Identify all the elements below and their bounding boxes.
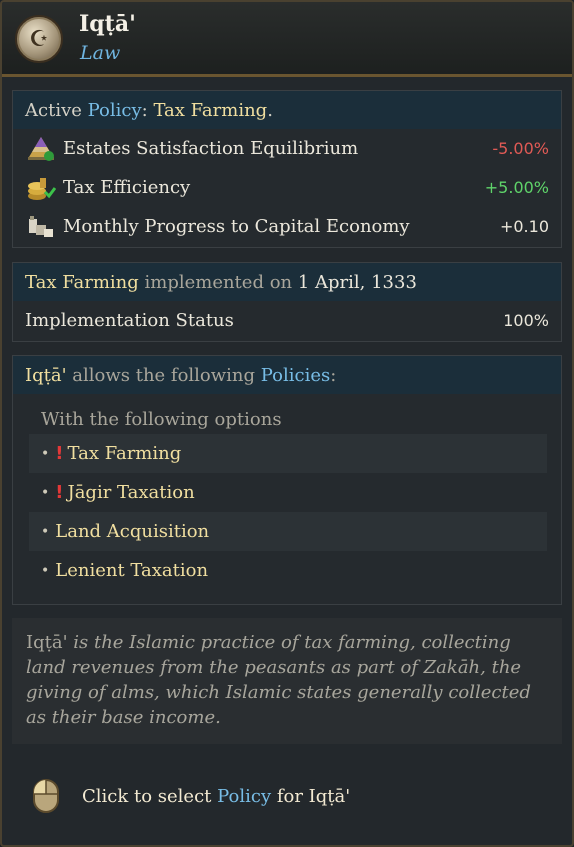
allows-text: allows the following [66, 364, 261, 386]
policy-option-label: Jāgir Taxation [67, 482, 195, 503]
policy-option[interactable]: • Lenient Taxation [29, 551, 547, 590]
policy-option[interactable]: • ! Tax Farming [29, 434, 547, 473]
implementation-section: Tax Farming implemented on 1 April, 1333… [12, 262, 562, 342]
implementation-date: 1 April, 1333 [297, 271, 417, 293]
tax-coins-icon [25, 173, 57, 203]
implementation-heading: Tax Farming implemented on 1 April, 1333 [13, 263, 561, 301]
law-title: Iqṭā' [79, 11, 136, 37]
law-subtitle: Law [80, 42, 121, 64]
law-tooltip: ☪ Iqṭā' Law Active Policy: Tax Farming. … [0, 0, 574, 847]
active-policy-name[interactable]: Tax Farming [153, 100, 267, 121]
policy-option[interactable]: • ! Jāgir Taxation [29, 473, 547, 512]
law-description: Iqṭā' is the Islamic practice of tax far… [12, 618, 562, 744]
implementation-status-row: Implementation Status 100% [13, 301, 561, 340]
hint-suffix: for Iqṭā' [271, 785, 351, 807]
implemented-on-text: implemented on [138, 271, 298, 293]
options-subheading: With the following options [41, 408, 282, 430]
warning-icon: ! [55, 443, 64, 464]
policy-option-label: Lenient Taxation [55, 560, 209, 581]
policy-option-label: Tax Farming [67, 443, 182, 464]
capital-economy-icon [25, 212, 57, 242]
colon: : [330, 364, 337, 386]
implementation-status-label: Implementation Status [25, 310, 234, 331]
modifier-row: Monthly Progress to Capital Economy +0.1… [13, 207, 561, 246]
bullet: • [41, 445, 50, 462]
allowed-policies-section: Iqṭā' allows the following Policies: Wit… [12, 355, 562, 605]
policy-option-label: Land Acquisition [55, 521, 210, 542]
policy-link[interactable]: Policy [88, 100, 142, 121]
bullet: • [41, 484, 50, 501]
modifier-label: Monthly Progress to Capital Economy [63, 216, 410, 237]
period: . [267, 99, 273, 121]
crescent-star-icon: ☪ [15, 15, 63, 63]
description-text: is the Islamic practice of tax farming, … [26, 632, 531, 728]
allowed-policies-heading: Iqṭā' allows the following Policies: [13, 356, 561, 394]
estates-pyramid-icon [25, 134, 57, 164]
modifier-label: Tax Efficiency [63, 177, 191, 198]
bullet: • [41, 562, 50, 579]
modifier-value: +5.00% [484, 178, 549, 197]
modifier-label: Estates Satisfaction Equilibrium [63, 138, 359, 159]
description-law-name: Iqṭā' [26, 632, 68, 653]
modifier-row: Tax Efficiency +5.00% [13, 168, 561, 207]
hint-policy-link[interactable]: Policy [217, 786, 271, 807]
active-policy-heading: Active Policy: Tax Farming. [13, 91, 561, 129]
mouse-icon [33, 779, 59, 813]
implementation-status-value: 100% [503, 311, 549, 330]
modifier-value: -5.00% [492, 139, 549, 158]
active-label: Active [25, 99, 82, 121]
colon: : [141, 99, 148, 121]
law-name-link[interactable]: Iqṭā' [25, 365, 67, 386]
policies-link[interactable]: Policies [261, 365, 330, 386]
active-policy-section: Active Policy: Tax Farming. Estates Sati… [12, 90, 562, 248]
modifier-row: Estates Satisfaction Equilibrium -5.00% [13, 129, 561, 168]
policy-option[interactable]: • Land Acquisition [29, 512, 547, 551]
select-hint[interactable]: Click to select Policy for Iqṭā' [32, 778, 350, 814]
warning-icon: ! [55, 482, 64, 503]
hint-prefix: Click to select [82, 785, 218, 807]
bullet: • [41, 523, 50, 540]
modifier-value: +0.10 [499, 217, 549, 236]
implemented-policy-name[interactable]: Tax Farming [25, 272, 139, 293]
tooltip-header: ☪ Iqṭā' Law [2, 2, 572, 77]
